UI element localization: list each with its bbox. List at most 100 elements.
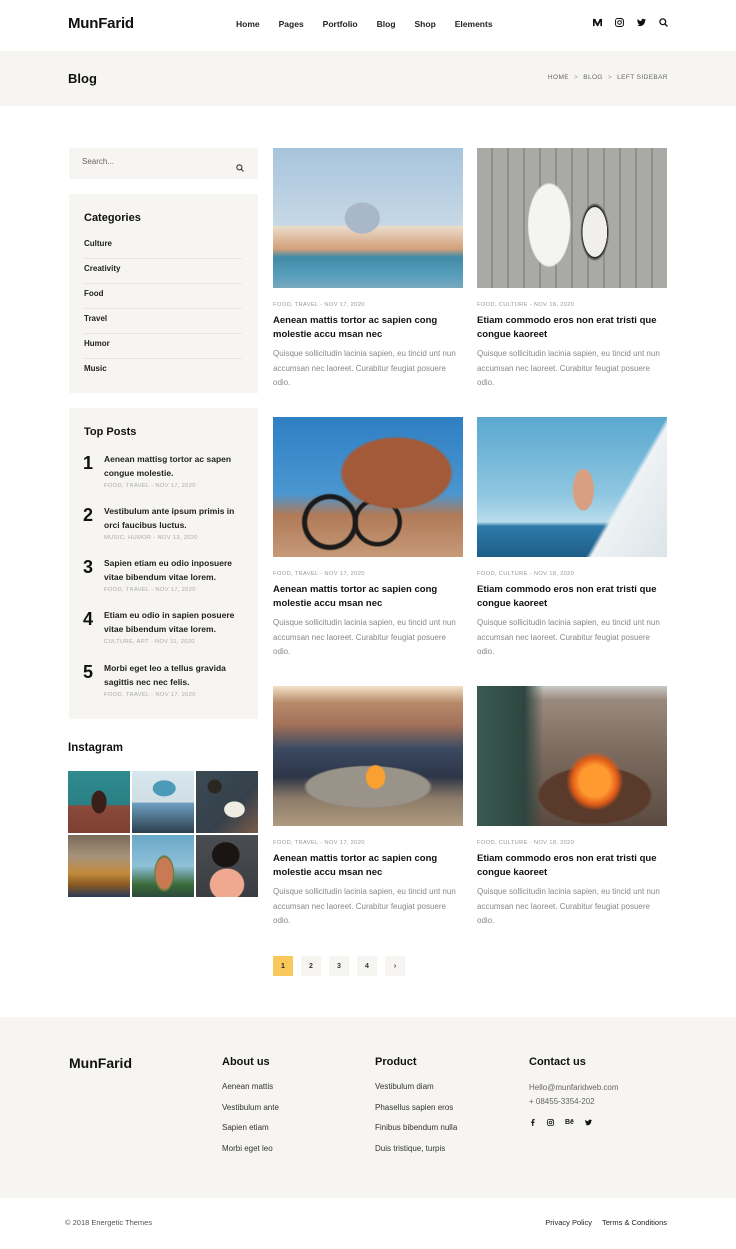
search-icon[interactable] [236, 159, 244, 172]
twitter-icon[interactable] [584, 1119, 592, 1126]
breadcrumb-home[interactable]: HOME [548, 74, 569, 81]
top-post-meta: FOOD, TRAVEL - NOV 17, 2020 [104, 483, 196, 489]
top-post-meta: FOOD, TRAVEL - NOV 17, 2020 [104, 587, 196, 593]
post-excerpt: Quisque sollicitudin lacinia sapien, eu … [477, 887, 660, 925]
medium-icon[interactable] [593, 18, 602, 27]
top-post-meta: CULTURE, ART - NOV 11, 2020 [104, 639, 195, 645]
footer-link[interactable]: Morbi eget leo [222, 1144, 279, 1165]
footer-link[interactable]: Duis tristique, turpis [375, 1144, 457, 1165]
nav-home[interactable]: Home [236, 19, 260, 29]
breadcrumb-separator: > [607, 74, 613, 81]
footer-link[interactable]: Vestibulum diam [375, 1082, 457, 1103]
page-1-button[interactable]: 1 [273, 956, 293, 976]
top-post-title[interactable]: Sapien etiam eu odio inposuere vitae bib… [104, 557, 244, 584]
nav-portfolio[interactable]: Portfolio [323, 19, 358, 29]
post-card: FOOD, TRAVEL - NOV 17, 2020 Aenean matti… [273, 417, 463, 660]
top-post-title[interactable]: Vestibulum ante ipsum primis in orci fau… [104, 505, 244, 532]
contact-email[interactable]: Hello@munfaridweb.com [529, 1083, 619, 1097]
copyright: © 2018 Energetic Themes [65, 1218, 153, 1227]
top-post-meta: FOOD, TRAVEL - NOV 17, 2020 [104, 692, 196, 698]
terms-link[interactable]: Terms & Conditions [602, 1218, 667, 1227]
next-page-button[interactable]: › [385, 956, 405, 976]
post-excerpt: Quisque sollicitudin lacinia sapien, eu … [273, 618, 456, 656]
facebook-icon[interactable] [529, 1119, 536, 1126]
post-image[interactable] [477, 148, 667, 288]
post-excerpt: Quisque sollicitudin lacinia sapien, eu … [273, 349, 456, 387]
category-item[interactable]: Culture [84, 234, 242, 259]
top-post-number: 1 [83, 453, 94, 473]
site-logo[interactable]: MunFarid [68, 15, 134, 32]
post-title[interactable]: Aenean mattis tortor ac sapien cong mole… [273, 852, 463, 879]
post-image[interactable] [273, 417, 463, 557]
category-item[interactable]: Travel [84, 309, 242, 334]
post-title[interactable]: Aenean mattis tortor ac sapien cong mole… [273, 314, 463, 341]
footer-social: Bē [529, 1119, 619, 1126]
top-post-number: 2 [83, 505, 94, 525]
footer-about: About us Aenean mattis Vestibulum ante S… [222, 1056, 279, 1164]
breadcrumb: HOME > BLOG > LEFT SIDEBAR [548, 74, 668, 81]
top-post-title[interactable]: Morbi eget leo a tellus gravida sagittis… [104, 662, 244, 689]
site-footer: MunFarid About us Aenean mattis Vestibul… [0, 1017, 736, 1198]
post-title[interactable]: Aenean mattis tortor ac sapien cong mole… [273, 583, 463, 610]
nav-elements[interactable]: Elements [455, 19, 493, 29]
top-post-title[interactable]: Etiam eu odio in sapien posuere vitae bi… [104, 609, 244, 636]
instagram-icon[interactable] [547, 1119, 554, 1126]
post-image[interactable] [273, 148, 463, 288]
privacy-policy-link[interactable]: Privacy Policy [545, 1218, 592, 1227]
post-image[interactable] [273, 686, 463, 826]
legal-links: Privacy Policy Terms & Conditions [545, 1218, 667, 1227]
nav-pages[interactable]: Pages [279, 19, 304, 29]
breadcrumb-blog[interactable]: BLOG [583, 74, 603, 81]
instagram-photo[interactable] [196, 835, 258, 897]
top-post-number: 5 [83, 662, 94, 682]
category-item[interactable]: Food [84, 284, 242, 309]
top-post-meta: MUSIC, HUMOR - NOV 13, 2020 [104, 535, 198, 541]
footer-logo[interactable]: MunFarid [69, 1055, 132, 1071]
footer-link[interactable]: Finibus bibendum nulla [375, 1123, 457, 1144]
post-title[interactable]: Etiam commodo eros non erat tristi que c… [477, 583, 667, 610]
footer-link[interactable]: Vestibulum ante [222, 1103, 279, 1124]
instagram-title: Instagram [68, 742, 123, 754]
twitter-icon[interactable] [637, 18, 646, 27]
post-card: FOOD, CULTURE - NOV 18, 2020 Etiam commo… [477, 417, 667, 660]
nav-blog[interactable]: Blog [377, 19, 396, 29]
instagram-photo[interactable] [132, 771, 194, 833]
footer-contact-title: Contact us [529, 1056, 586, 1068]
footer-link[interactable]: Aenean mattis [222, 1082, 279, 1103]
instagram-photo[interactable] [68, 771, 130, 833]
post-image[interactable] [477, 686, 667, 826]
footer-link[interactable]: Phasellus sapien eros [375, 1103, 457, 1124]
behance-icon[interactable]: Bē [565, 1119, 574, 1126]
post-image[interactable] [477, 417, 667, 557]
post-meta: FOOD, CULTURE - NOV 18, 2020 [477, 571, 575, 577]
sidebar-search [69, 148, 258, 179]
instagram-photo[interactable] [196, 771, 258, 833]
post-meta: FOOD, CULTURE - NOV 18, 2020 [477, 840, 575, 846]
post-title[interactable]: Etiam commodo eros non erat tristi que c… [477, 314, 667, 341]
footer-link[interactable]: Sapien etiam [222, 1123, 279, 1144]
post-meta: FOOD, TRAVEL - NOV 17, 2020 [273, 571, 365, 577]
categories-widget: Categories Culture Creativity Food Trave… [69, 194, 258, 393]
post-excerpt: Quisque sollicitudin lacinia sapien, eu … [273, 887, 456, 925]
search-input[interactable] [82, 157, 232, 166]
search-icon[interactable] [659, 18, 668, 27]
page-2-button[interactable]: 2 [301, 956, 321, 976]
top-post-title[interactable]: Aenean mattisg tortor ac sapen congue mo… [104, 453, 244, 480]
page-4-button[interactable]: 4 [357, 956, 377, 976]
footer-contact: Contact us Hello@munfaridweb.com + 08455… [529, 1056, 619, 1126]
category-item[interactable]: Music [84, 359, 242, 384]
post-title[interactable]: Etiam commodo eros non erat tristi que c… [477, 852, 667, 879]
category-item[interactable]: Humor [84, 334, 242, 359]
instagram-icon[interactable] [615, 18, 624, 27]
post-card: FOOD, CULTURE - NOV 18, 2020 Etiam commo… [477, 148, 667, 391]
post-card: FOOD, TRAVEL - NOV 17, 2020 Aenean matti… [273, 148, 463, 391]
page-3-button[interactable]: 3 [329, 956, 349, 976]
categories-list: Culture Creativity Food Travel Humor Mus… [84, 234, 242, 384]
post-card: FOOD, TRAVEL - NOV 17, 2020 Aenean matti… [273, 686, 463, 929]
instagram-photo[interactable] [68, 835, 130, 897]
main-nav: Home Pages Portfolio Blog Shop Elements [236, 19, 512, 29]
site-header: MunFarid Home Pages Portfolio Blog Shop … [0, 0, 736, 51]
category-item[interactable]: Creativity [84, 259, 242, 284]
instagram-photo[interactable] [132, 835, 194, 897]
nav-shop[interactable]: Shop [415, 19, 436, 29]
